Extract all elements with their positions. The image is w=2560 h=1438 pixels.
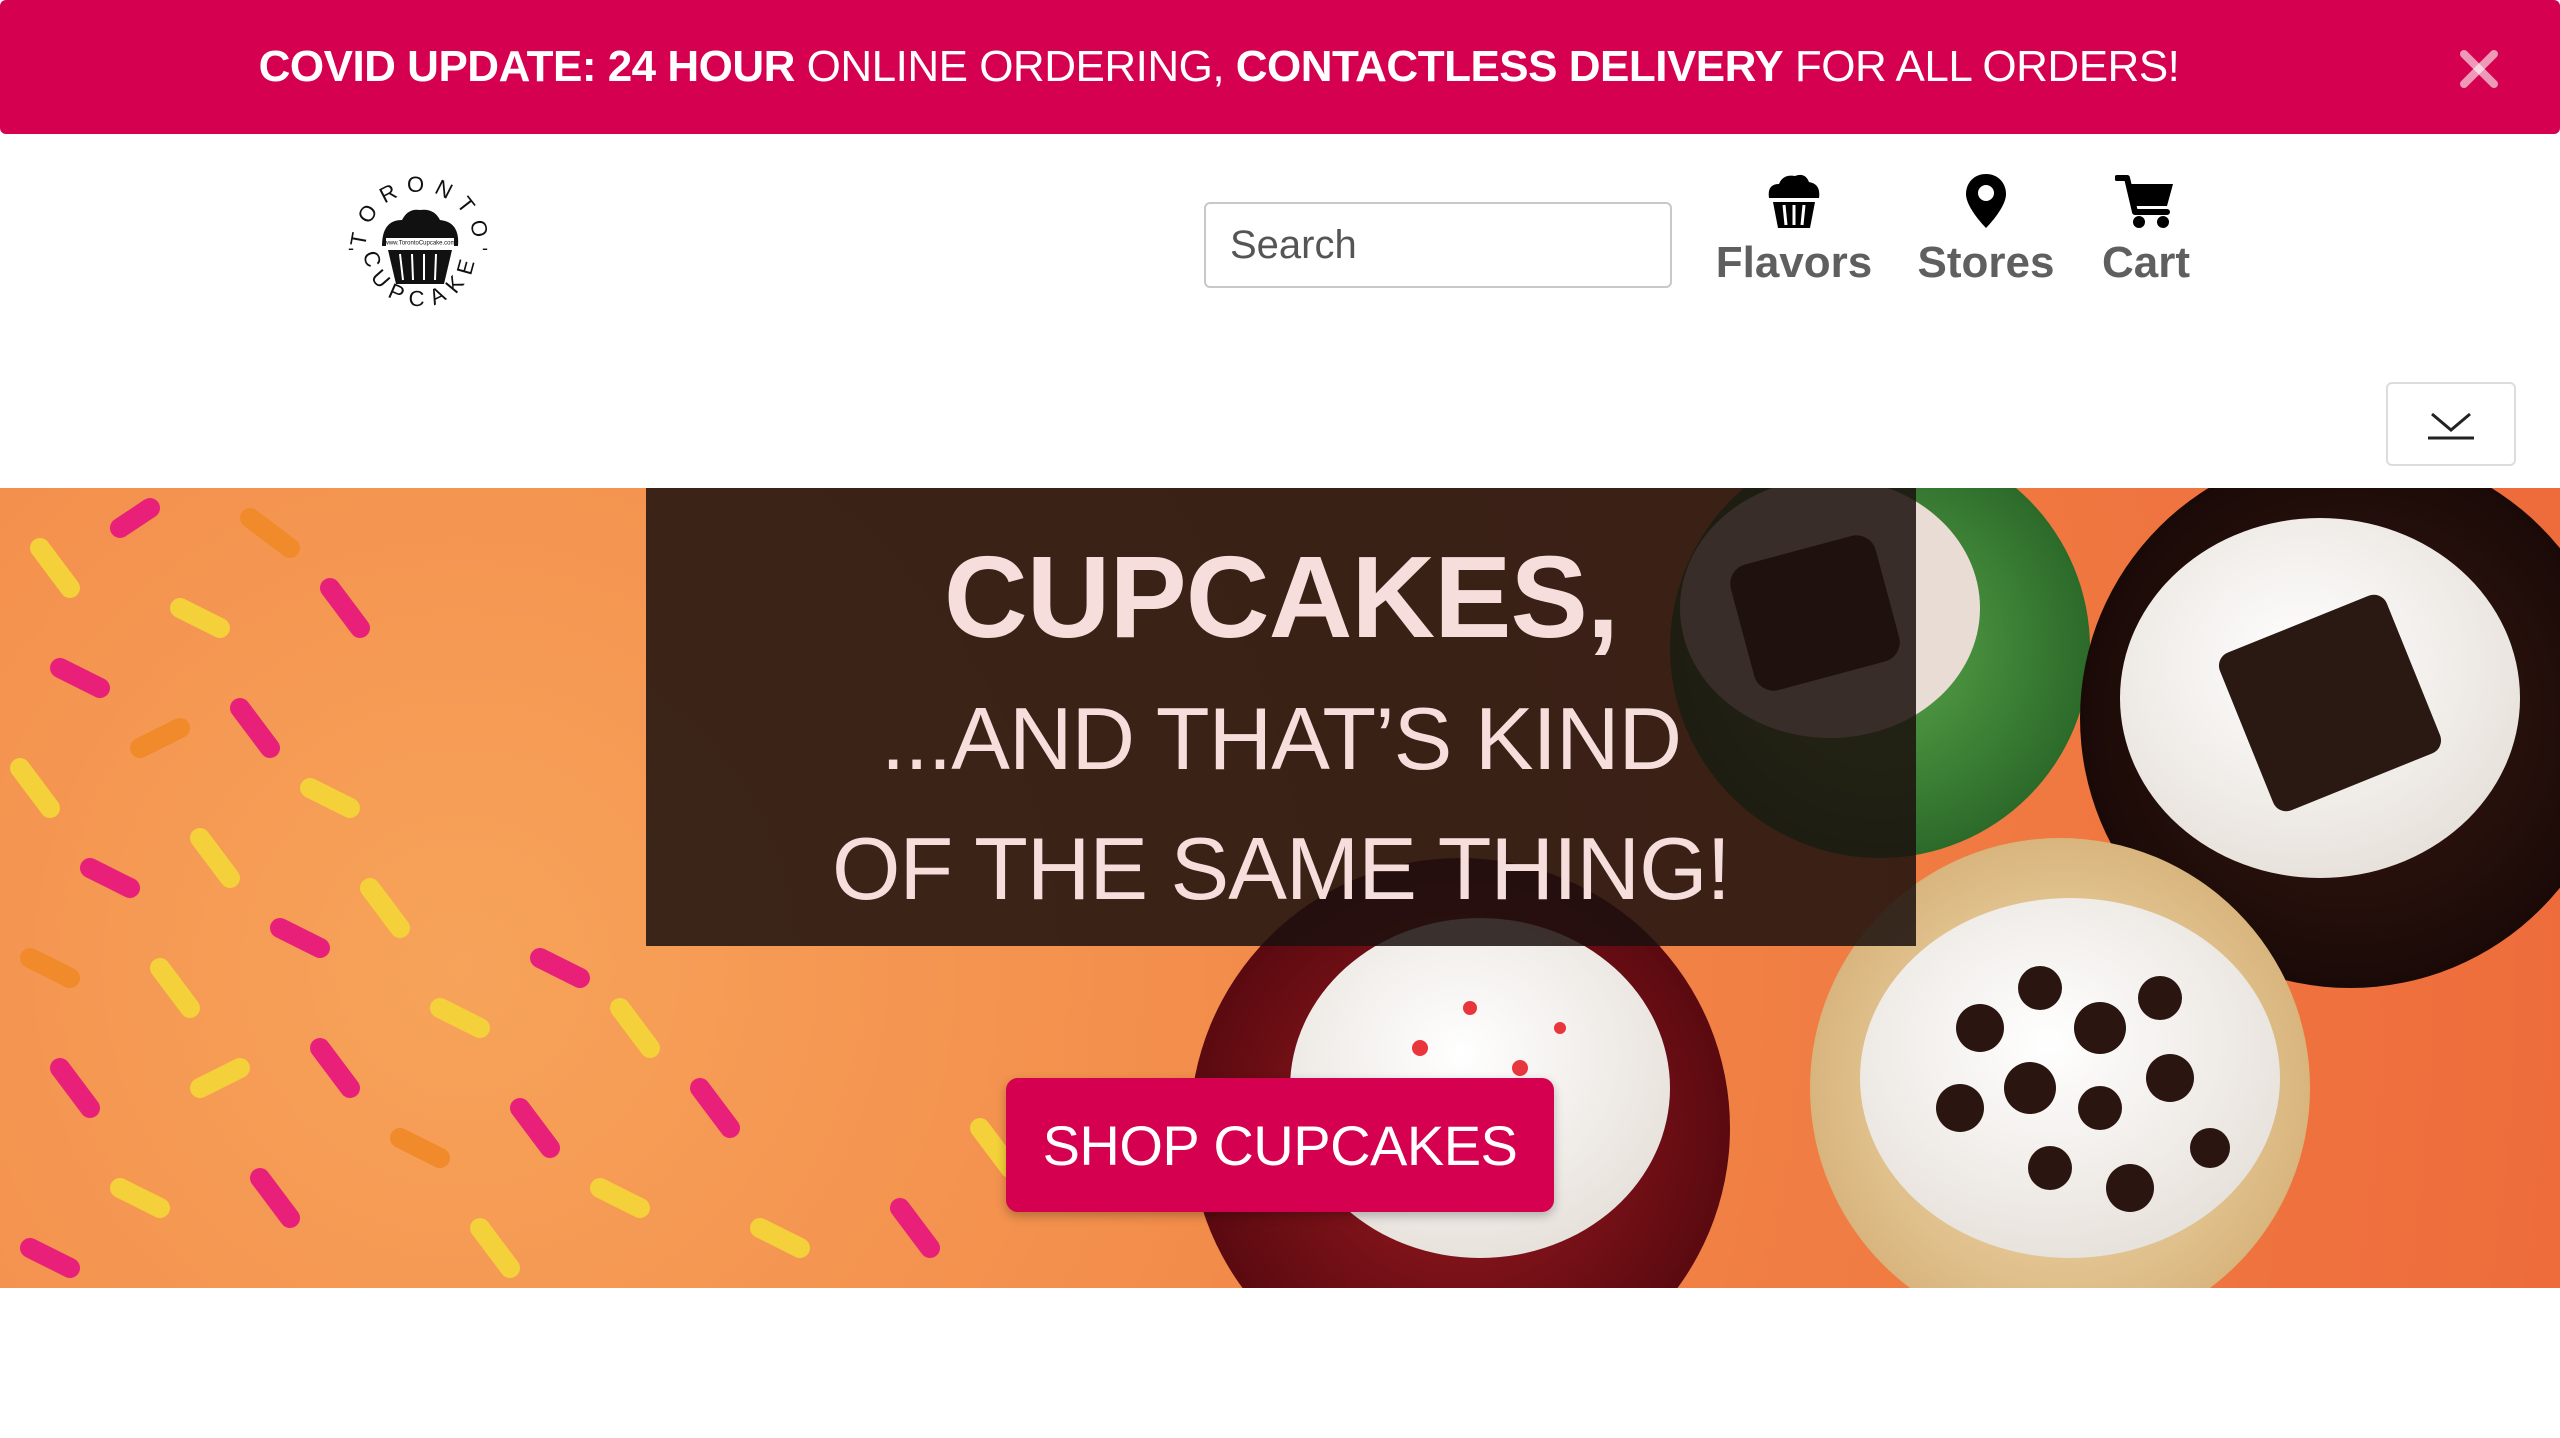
cart-icon bbox=[2115, 175, 2173, 228]
close-icon bbox=[2460, 50, 2498, 88]
shop-cupcakes-button[interactable]: SHOP CUPCAKES bbox=[1006, 1078, 1554, 1212]
banner-text-suffix: FOR ALL ORDERS! bbox=[1783, 42, 2180, 91]
navbar-toggle-button[interactable] bbox=[2386, 382, 2516, 466]
nav-stores-label: Stores bbox=[1917, 238, 2055, 287]
hero-headline-box: CUPCAKES, ...AND THAT’S KIND OF THE SAME… bbox=[646, 488, 1916, 946]
svg-text:-: - bbox=[348, 238, 354, 258]
nav-cart[interactable]: Cart bbox=[2092, 172, 2200, 304]
svg-text:www.TorontoCupcake.com: www.TorontoCupcake.com bbox=[383, 241, 455, 247]
nav-cart-label: Cart bbox=[2101, 238, 2191, 287]
nav-stores[interactable]: Stores bbox=[1912, 172, 2060, 304]
svg-text:-: - bbox=[482, 238, 488, 258]
banner-text-bold-1: COVID UPDATE: 24 HOUR bbox=[258, 42, 796, 91]
site-logo[interactable]: TORONTO CUPCAKE - - www.TorontoCupcake.c… bbox=[342, 168, 498, 324]
covid-banner: COVID UPDATE: 24 HOUR ONLINE ORDERING, C… bbox=[0, 0, 2560, 134]
cupcake-icon bbox=[1768, 174, 1820, 228]
search-input[interactable] bbox=[1204, 202, 1672, 288]
banner-text-middle: ONLINE ORDERING, bbox=[794, 42, 1236, 91]
cupcake-icon: www.TorontoCupcake.com bbox=[382, 209, 459, 284]
chevron-down-icon bbox=[2428, 412, 2474, 440]
covid-banner-text: COVID UPDATE: 24 HOUR ONLINE ORDERING, C… bbox=[0, 0, 2438, 134]
hero-headline-line-3: OF THE SAME THING! bbox=[832, 819, 1731, 918]
nav-flavors[interactable]: Flavors bbox=[1714, 172, 1874, 304]
hero-banner: CUPCAKES, ...AND THAT’S KIND OF THE SAME… bbox=[0, 488, 2560, 1288]
hero-headline-line-2: ...AND THAT’S KIND bbox=[880, 689, 1682, 788]
banner-close-button[interactable] bbox=[2454, 44, 2504, 94]
banner-text-bold-2: CONTACTLESS DELIVERY bbox=[1235, 42, 1784, 91]
map-pin-icon bbox=[1966, 174, 2006, 228]
nav-flavors-label: Flavors bbox=[1715, 238, 1873, 287]
hero-headline-line-1: CUPCAKES, bbox=[943, 532, 1619, 662]
